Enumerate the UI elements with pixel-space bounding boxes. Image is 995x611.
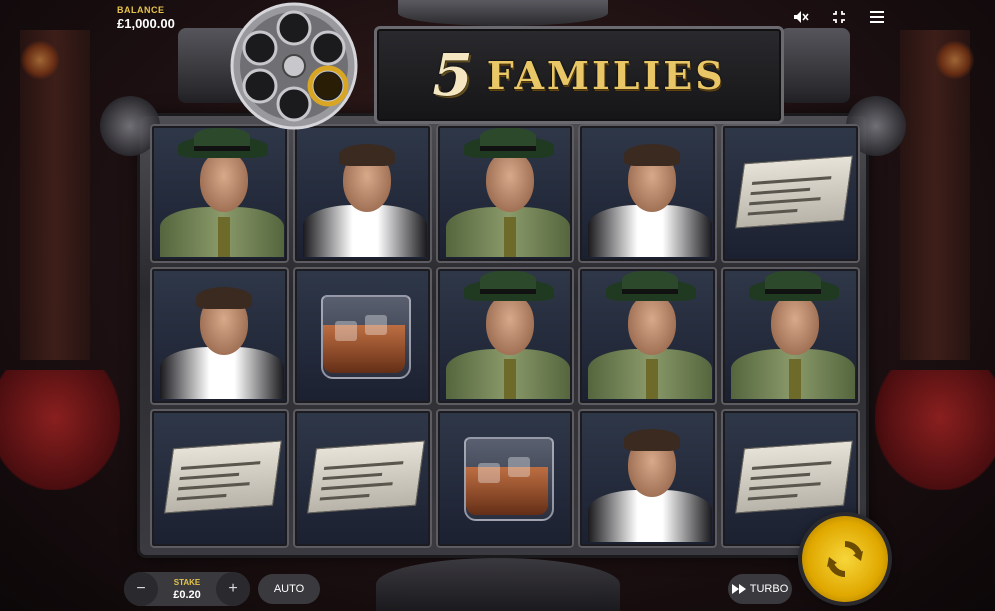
mute-icon[interactable] (791, 8, 811, 26)
reel-cell (721, 266, 860, 406)
newspaper-symbol (299, 415, 426, 542)
gangster-hat-symbol (584, 270, 713, 400)
spin-icon (827, 541, 863, 577)
newspaper-symbol (156, 415, 283, 542)
reel-cell (150, 124, 289, 263)
gangster-hat-symbol (156, 128, 284, 257)
gangster-hat-symbol (442, 128, 570, 257)
stake-control: − STAKE £0.20 + (124, 572, 250, 606)
gangster-hat-symbol (442, 270, 570, 400)
reel-cell (435, 124, 575, 263)
reel-cell (292, 409, 432, 548)
fast-forward-icon (731, 584, 746, 594)
game-title: 5 FAMILIES (374, 26, 784, 124)
title-word: FAMILIES (486, 52, 726, 98)
title-ornament (398, 0, 608, 26)
stake-display: STAKE £0.20 (173, 578, 201, 601)
stake-label: STAKE (173, 577, 201, 587)
stake-increase-button[interactable]: + (216, 572, 250, 606)
turbo-label: TURBO (749, 583, 789, 595)
reel-cell (578, 409, 718, 548)
balance-value: £1,000.00 (117, 16, 175, 31)
whisky-glass-symbol (299, 273, 426, 400)
bottom-ornament (376, 558, 620, 611)
gangster-symbol (584, 415, 713, 542)
stake-value: £0.20 (173, 588, 201, 601)
background-lamp-left (20, 40, 60, 80)
title-number: 5 (432, 41, 473, 109)
reel-cell (721, 124, 860, 263)
background-sofa-left (0, 370, 120, 490)
hud-icons (791, 8, 887, 26)
gangster-symbol (156, 273, 284, 400)
fullscreen-icon[interactable] (829, 8, 849, 26)
revolver-cylinder-logo (228, 0, 366, 132)
frame-ornament-right (780, 28, 850, 103)
turbo-button[interactable]: TURBO (728, 574, 792, 604)
gangster-symbol (299, 130, 427, 257)
background-pillar-left (20, 30, 90, 360)
balance-display: BALANCE £1,000.00 (117, 5, 175, 31)
background-lamp-right (935, 40, 975, 80)
whisky-glass-symbol (442, 415, 569, 542)
background-pillar-right (900, 30, 970, 360)
balance-label: BALANCE (117, 5, 165, 15)
gangster-symbol (584, 130, 713, 257)
reel-cell (578, 124, 718, 263)
reel-cell (435, 266, 575, 406)
background-sofa-right (875, 370, 995, 490)
gangster-hat-symbol (727, 270, 856, 400)
reel-cell (292, 124, 432, 263)
spin-button[interactable] (802, 516, 888, 602)
auto-button[interactable]: AUTO (258, 574, 320, 604)
reel-cell (435, 409, 575, 548)
reel-cell (150, 409, 289, 548)
reel-cell (578, 266, 718, 406)
reel-grid (150, 124, 860, 548)
menu-icon[interactable] (867, 8, 887, 26)
reel-cell (292, 266, 432, 406)
reel-cell (150, 266, 289, 406)
newspaper-symbol (727, 130, 854, 257)
stake-decrease-button[interactable]: − (124, 572, 158, 606)
